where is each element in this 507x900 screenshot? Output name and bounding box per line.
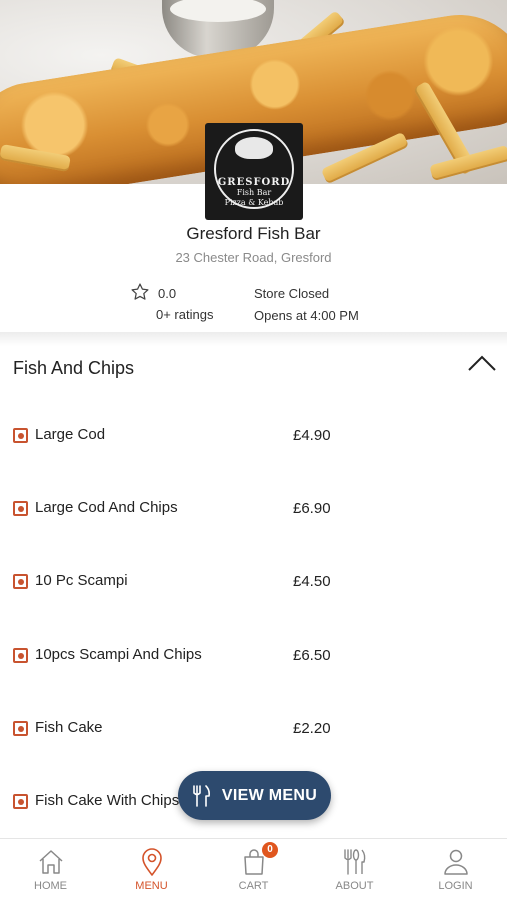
store-status: Store Closed — [254, 286, 330, 301]
item-price: £2.20 — [293, 720, 331, 737]
category-header[interactable]: Fish And Chips — [0, 346, 507, 394]
cutlery-icon — [344, 849, 366, 875]
item-price: £4.50 — [293, 573, 331, 590]
food-type-icon — [13, 794, 28, 809]
store-status-block: Store Closed Opens at 4:00 PM — [254, 286, 359, 323]
item-name: Large Cod — [35, 426, 106, 443]
location-pin-icon — [142, 848, 162, 876]
tab-home[interactable]: HOME — [0, 839, 101, 900]
item-name: Large Cod And Chips — [35, 499, 178, 516]
divider — [0, 332, 507, 346]
logo-line3: Pizza & Kebab — [224, 198, 284, 207]
opening-time: Opens at 4:00 PM — [254, 308, 359, 323]
star-icon — [131, 283, 149, 300]
category-title: Fish And Chips — [13, 358, 135, 378]
item-name: 10 Pc Scampi — [35, 572, 128, 589]
food-type-icon — [13, 501, 28, 516]
tab-login[interactable]: LOGIN — [405, 839, 506, 900]
item-price: £6.50 — [293, 647, 331, 664]
rating-value: 0.0 — [158, 286, 177, 301]
chevron-up-icon[interactable] — [467, 354, 497, 372]
rating-count: 0+ ratings — [156, 307, 214, 322]
menu-item[interactable]: 10pcs Scampi And Chips £6.50 — [0, 643, 507, 683]
home-icon — [39, 850, 63, 874]
tab-label: HOME — [34, 880, 67, 892]
tab-label: LOGIN — [438, 880, 473, 892]
tab-cart[interactable]: 0 CART — [203, 839, 304, 900]
cutlery-icon — [193, 784, 210, 807]
tab-about[interactable]: ABOUT — [304, 839, 405, 900]
item-price: £6.90 — [293, 500, 331, 517]
store-address: 23 Chester Road, Gresford — [175, 250, 332, 265]
tab-label: ABOUT — [335, 880, 374, 892]
store-logo: GRESFORD Fish Bar Pizza & Kebab — [205, 123, 303, 220]
logo-line2: Fish Bar — [236, 188, 272, 197]
view-menu-label: VIEW MENU — [221, 786, 318, 804]
app-screen: GRESFORD Fish Bar Pizza & Kebab Gresford… — [0, 0, 507, 900]
bottom-tab-bar: HOME MENU 0 CART ABOUT LOGIN — [0, 838, 507, 900]
food-type-icon — [13, 648, 28, 663]
food-type-icon — [13, 721, 28, 736]
user-icon — [444, 849, 468, 875]
item-name: Fish Cake — [35, 719, 103, 736]
food-type-icon — [13, 428, 28, 443]
menu-item[interactable]: Fish Cake £2.20 — [0, 716, 507, 756]
view-menu-button[interactable]: VIEW MENU — [178, 771, 331, 820]
tab-label: CART — [238, 880, 269, 892]
cart-count-badge: 0 — [262, 842, 278, 858]
item-price: £4.90 — [293, 427, 331, 444]
item-name: 10pcs Scampi And Chips — [35, 646, 202, 663]
menu-item[interactable]: Large Cod And Chips £6.90 — [0, 496, 507, 536]
tab-menu[interactable]: MENU — [101, 839, 202, 900]
tab-label: MENU — [135, 880, 168, 892]
fish-icon — [235, 137, 273, 159]
menu-item[interactable]: 10 Pc Scampi £4.50 — [0, 569, 507, 609]
item-name: Fish Cake With Chips — [35, 792, 180, 809]
menu-item[interactable]: Large Cod £4.90 — [0, 423, 507, 463]
store-name: Gresford Fish Bar — [186, 224, 321, 243]
logo-line1: GRESFORD — [217, 177, 291, 188]
food-type-icon — [13, 574, 28, 589]
